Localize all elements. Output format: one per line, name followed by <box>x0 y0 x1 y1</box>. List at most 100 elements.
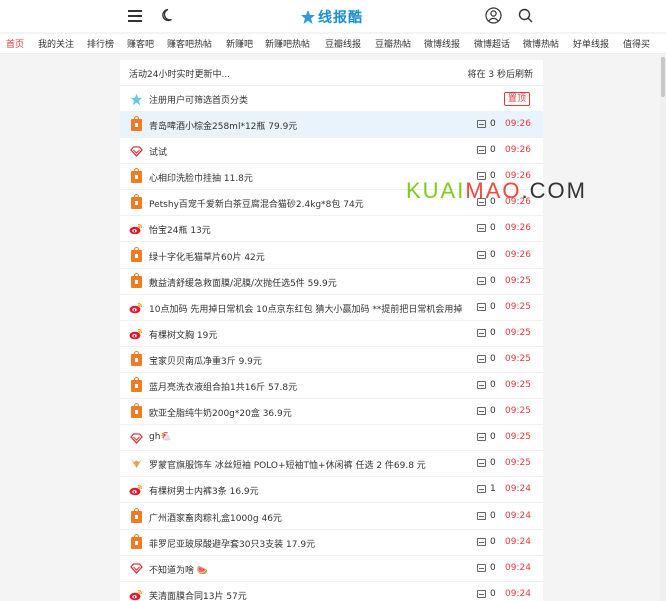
moon-icon[interactable] <box>162 8 176 22</box>
feed-item[interactable]: 有棵树男士内裤3条 16.9元 1 09:24 <box>120 477 543 504</box>
comment-count[interactable]: 0 <box>477 406 499 416</box>
feed-item-title[interactable]: 蓝月亮洗衣液组合拍1共16斤 57.8元 <box>149 380 467 393</box>
comment-count[interactable]: 0 <box>477 354 499 364</box>
comment-count[interactable]: 0 <box>477 302 499 312</box>
shopping-bag-icon <box>129 272 143 289</box>
feed-item[interactable]: 不知道为啥 🍉 0 09:24 <box>120 556 543 582</box>
feed-item-title[interactable]: 芙清面膜合同13片 57元 <box>149 589 467 601</box>
page-scrollbar[interactable] <box>660 55 666 601</box>
comment-count[interactable]: 0 <box>477 458 499 468</box>
feed-item[interactable]: 青岛啤酒小棕金258ml*12瓶 79.9元 0 09:26 <box>120 112 543 138</box>
pinned-row[interactable]: 注册用户可筛选首页分类 置顶 <box>120 86 543 112</box>
nav-item-weibo-chaohua[interactable]: 微博超话 <box>474 37 510 50</box>
feed-item-title[interactable]: 菲罗尼亚玻尿酸避孕套30只3支装 17.9元 <box>149 537 467 550</box>
pinned-title: 注册用户可筛选首页分类 <box>149 96 249 106</box>
feed-item[interactable]: 蓝月亮洗衣液组合拍1共16斤 57.8元 0 09:25 <box>120 373 543 399</box>
nav-item-following[interactable]: 我的关注 <box>38 37 74 50</box>
scrollbar-thumb[interactable] <box>661 57 665 97</box>
comment-count[interactable]: 0 <box>477 250 499 260</box>
comment-count[interactable]: 0 <box>477 563 499 573</box>
feed-item-title[interactable]: 怡宝24瓶 13元 <box>149 223 467 236</box>
shopping-bag-icon <box>129 377 143 393</box>
nav-item-xinzuan-hot[interactable]: 新赚吧热帖 <box>265 37 310 50</box>
comment-count[interactable]: 0 <box>477 589 499 599</box>
comment-count[interactable]: 1 <box>477 484 499 494</box>
nav-item-ranking[interactable]: 排行榜 <box>87 37 114 50</box>
feed-item-time: 09:25 <box>505 275 531 286</box>
feed-item[interactable]: 罗蒙官旗服饰车 冰丝短袖 POLO+短袖T恤+休闲裤 任选 2 件69.8 元 0… <box>120 451 543 478</box>
fox-icon <box>129 457 143 471</box>
feed-item-title[interactable]: 青岛啤酒小棕金258ml*12瓶 79.9元 <box>149 119 467 132</box>
shopping-bag-icon <box>129 194 143 210</box>
feed-item-title[interactable]: 10点加码 先用掉日常机会 10点京东红包 猜大小赢加码 **提前把日常机会用掉 <box>149 302 467 315</box>
nav-item-douban[interactable]: 豆瓣线报 <box>325 37 361 50</box>
comment-count[interactable]: 0 <box>477 328 499 338</box>
logo-text: 线报酷 <box>318 10 363 26</box>
nav-item-zuanke-hot[interactable]: 赚客吧热帖 <box>167 37 212 50</box>
comment-count[interactable]: 0 <box>477 119 499 129</box>
comment-icon <box>477 459 486 468</box>
nav-item-home[interactable]: 首页 <box>6 37 24 50</box>
feed-item[interactable]: 10点加码 先用掉日常机会 10点京东红包 猜大小赢加码 **提前把日常机会用掉… <box>120 295 543 321</box>
live-update-text: 活动24小时实时更新中... <box>129 70 231 80</box>
feed-item[interactable]: 菲罗尼亚玻尿酸避孕套30只3支装 17.9元 0 09:24 <box>120 530 543 556</box>
nav-item-douban-hot[interactable]: 豆瓣热帖 <box>375 37 411 50</box>
feed-item-title[interactable]: 宝家贝贝南瓜净重3斤 9.9元 <box>149 354 467 367</box>
feed-item-title[interactable]: 欧亚全脂纯牛奶200g*20盒 36.9元 <box>149 406 467 419</box>
comment-icon <box>477 537 486 546</box>
feed-item-time: 09:25 <box>505 327 531 338</box>
weibo-icon <box>129 301 143 315</box>
comment-icon <box>477 146 486 155</box>
feed-item-title[interactable]: 广州酒家畜肉粽礼盒1000g 46元 <box>149 511 467 524</box>
feed-item[interactable]: 敷益清舒缓急救面膜/泥膜/次抛任选5件 59.9元 0 09:25 <box>120 269 543 295</box>
feed-item-time: 09:26 <box>505 223 531 234</box>
feed-item-title[interactable]: gh🐔 <box>149 432 467 442</box>
feed-item[interactable]: 芙清面膜合同13片 57元 0 09:24 <box>120 582 543 601</box>
menu-icon[interactable] <box>128 10 142 22</box>
feed-item[interactable]: 试试 0 09:26 <box>120 138 543 165</box>
feed-item-time: 09:24 <box>505 562 531 573</box>
weibo-icon <box>129 588 143 601</box>
nav-item-zuanke[interactable]: 赚客吧 <box>127 37 154 50</box>
site-logo[interactable]: 线报酷 <box>300 6 363 28</box>
comment-count[interactable]: 0 <box>477 276 499 286</box>
weibo-icon <box>129 222 143 236</box>
comment-count[interactable]: 0 <box>477 511 499 521</box>
feed-item[interactable]: 宝家贝贝南瓜净重3斤 9.9元 0 09:25 <box>120 347 543 373</box>
comment-count[interactable]: 0 <box>477 432 499 442</box>
feed-item[interactable]: gh🐔 0 09:25 <box>120 425 543 452</box>
feed-item-title[interactable]: 罗蒙官旗服饰车 冰丝短袖 POLO+短袖T恤+休闲裤 任选 2 件69.8 元 <box>149 458 467 471</box>
feed-item-title[interactable]: 敷益清舒缓急救面膜/泥膜/次抛任选5件 59.9元 <box>149 276 467 289</box>
comment-icon <box>477 250 486 259</box>
nav-item-smzdm[interactable]: 值得买 <box>623 37 650 50</box>
feed-item-title[interactable]: 试试 <box>149 145 467 158</box>
feed-item[interactable]: 广州酒家畜肉粽礼盒1000g 46元 0 09:24 <box>120 504 543 530</box>
comment-icon <box>477 120 486 128</box>
nav-item-xinzuan[interactable]: 新赚吧 <box>226 37 253 50</box>
comment-count[interactable]: 0 <box>477 145 499 155</box>
comment-count[interactable]: 0 <box>477 380 499 390</box>
shopping-bag-icon <box>129 168 143 184</box>
nav-item-weibo-hot[interactable]: 微博热帖 <box>523 37 559 50</box>
feed-item[interactable]: 绿十字化毛猫草片60片 42元 0 09:26 <box>120 243 543 269</box>
feed-item[interactable]: 怡宝24瓶 13元 0 09:26 <box>120 216 543 243</box>
shopping-bag-icon <box>129 246 143 263</box>
nav-item-haodan[interactable]: 好单线报 <box>573 37 609 50</box>
comment-icon <box>477 328 486 337</box>
comment-count[interactable]: 0 <box>477 223 499 233</box>
search-icon[interactable] <box>518 8 533 23</box>
feed-item-title[interactable]: 不知道为啥 🍉 <box>149 563 467 576</box>
comment-icon <box>477 302 486 311</box>
feed-item-title[interactable]: 绿十字化毛猫草片60片 42元 <box>149 250 467 263</box>
feed-item-title[interactable]: 有棵树文胸 19元 <box>149 328 467 341</box>
user-icon[interactable] <box>485 7 502 24</box>
star-logo-icon <box>301 10 315 24</box>
feed-panel: 活动24小时实时更新中... 将在 3 秒后刷新 注册用户可筛选首页分类 置顶 … <box>120 60 543 601</box>
feed-item[interactable]: 有棵树文胸 19元 0 09:25 <box>120 321 543 347</box>
feed-item-time: 09:26 <box>505 119 531 129</box>
diamond-icon <box>129 144 143 158</box>
nav-item-weibo[interactable]: 微博线报 <box>424 37 460 50</box>
feed-item[interactable]: 欧亚全脂纯牛奶200g*20盒 36.9元 0 09:25 <box>120 399 543 426</box>
comment-count[interactable]: 0 <box>477 537 499 547</box>
feed-item-title[interactable]: 有棵树男士内裤3条 16.9元 <box>149 484 467 497</box>
